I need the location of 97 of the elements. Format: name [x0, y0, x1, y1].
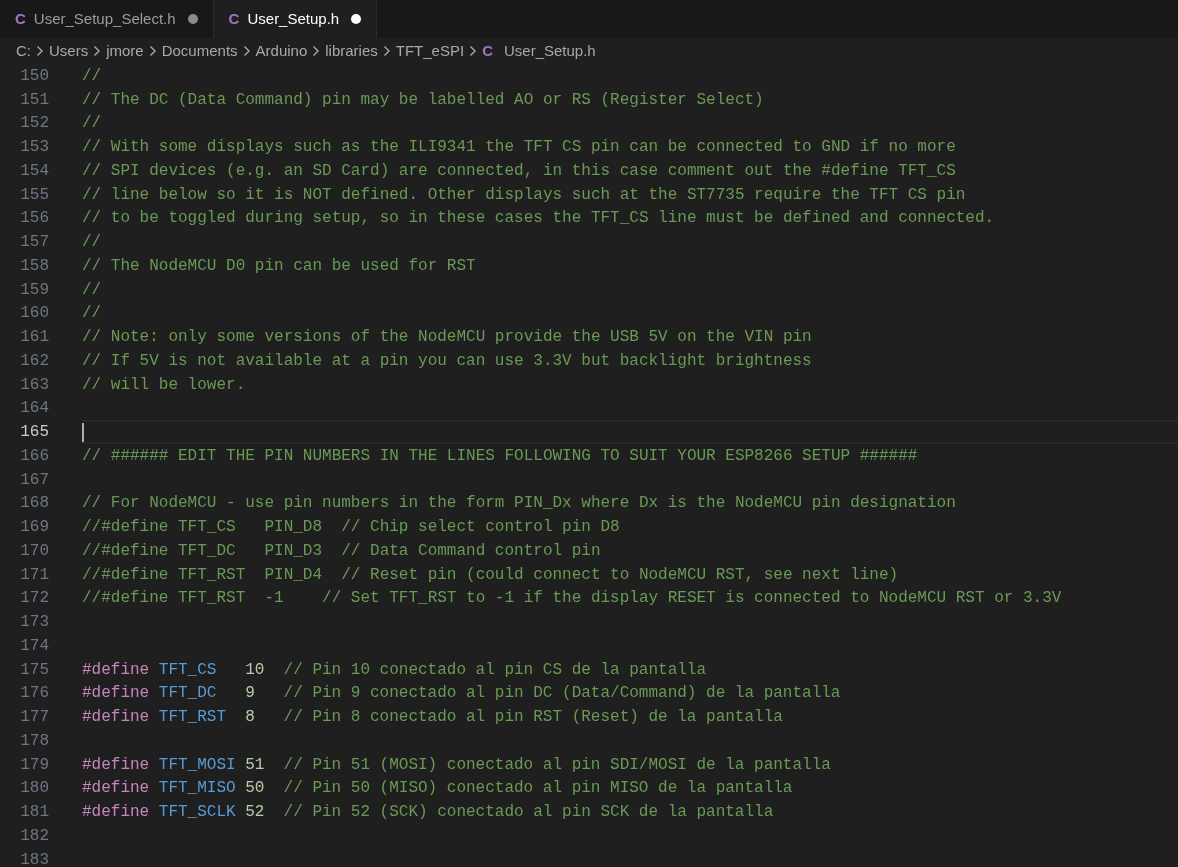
code-comment: // to be toggled during setup, so in these cases the TFT_CS line must be defined and connected. [82, 209, 995, 228]
code-comment: // [82, 233, 102, 252]
code-comment: // [82, 66, 102, 85]
number-literal: 50 [245, 779, 265, 798]
preprocessor-directive: #define [82, 660, 150, 679]
line-number: 151 [19, 89, 49, 111]
code-comment: //#define TFT_CS PIN_D8 // Chip select control pin D8 [82, 518, 620, 537]
chevron-icon [242, 45, 251, 57]
macro-name: TFT_DC [158, 684, 217, 703]
chevron-icon [382, 45, 391, 57]
code-comment: // Pin 51 (MOSI) conectado al pin SDI/MOSI de la pantalla [283, 755, 831, 774]
line-number: 165 [19, 422, 49, 444]
code-comment: // [82, 280, 102, 299]
line-number: 174 [19, 635, 49, 657]
line-number: 164 [19, 398, 49, 420]
code-comment: //#define TFT_DC PIN_D3 // Data Command control pin [82, 541, 601, 560]
code-comment: // Pin 9 conectado al pin DC (Data/Command) de la pantalla [283, 684, 841, 703]
line-number: 173 [19, 612, 49, 634]
preprocessor-directive: #define [82, 779, 150, 798]
macro-name: TFT_CS [158, 660, 217, 679]
code-comment: // ###### EDIT THE PIN NUMBERS IN THE LINES FOLLOWING TO SUIT YOUR ESP8266 SETUP ###### [82, 446, 918, 465]
c-file-icon: C [228, 7, 240, 31]
number-literal: 9 [245, 684, 255, 703]
macro-name: TFT_SCLK [158, 803, 236, 822]
line-number: 172 [19, 588, 49, 610]
code-comment: // will be lower. [82, 375, 246, 394]
editor-tab[interactable]: C User_Setup.h [213, 0, 378, 38]
line-number: 175 [19, 659, 49, 681]
macro-name: TFT_RST [158, 708, 226, 727]
line-number: 166 [19, 445, 49, 467]
breadcrumb-item[interactable]: User_Setup.h [504, 39, 596, 63]
line-number: 156 [19, 208, 49, 230]
preprocessor-directive: #define [82, 708, 150, 727]
breadcrumb-item[interactable]: C: [16, 39, 31, 63]
preprocessor-directive: #define [82, 684, 150, 703]
line-number: 171 [19, 564, 49, 586]
line-number: 183 [19, 849, 49, 867]
number-literal: 8 [245, 708, 255, 727]
chevron-icon [93, 45, 102, 57]
macro-name: TFT_MOSI [158, 755, 236, 774]
code-comment: // Pin 52 (SCK) conectado al pin SCK de la pantalla [283, 803, 774, 822]
line-number: 155 [19, 184, 49, 206]
breadcrumb-item[interactable]: Users [49, 39, 89, 63]
breadcrumb-item[interactable]: libraries [325, 39, 378, 63]
number-literal: 51 [245, 755, 265, 774]
line-number: 150 [19, 65, 49, 87]
code-comment: // [82, 114, 102, 133]
chevron-icon [36, 45, 44, 57]
line-number: 177 [19, 707, 49, 729]
line-number: 178 [19, 730, 49, 752]
code-comment: // Pin 8 conectado al pin RST (Reset) de la pantalla [283, 708, 783, 727]
code-comment: // SPI devices (e.g. an SD Card) are connected, in this case comment out the #define TFT_CS [82, 161, 956, 180]
line-number: 157 [19, 232, 49, 254]
line-number: 162 [19, 350, 49, 372]
chevron-icon [148, 45, 157, 57]
code-comment: // For NodeMCU - use pin numbers in the form PIN_Dx where Dx is the NodeMCU pin designation [82, 494, 956, 513]
macro-name: TFT_MISO [158, 779, 236, 798]
line-number: 170 [19, 540, 49, 562]
line-number: 158 [19, 255, 49, 277]
code-comment: // The DC (Data Command) pin may be labelled AO or RS (Register Select) [82, 90, 764, 109]
preprocessor-directive: #define [82, 803, 150, 822]
code-comment: // line below so it is NOT defined. Other displays such at the ST7735 require the TFT CS pin [82, 185, 966, 204]
line-number: 169 [19, 517, 49, 539]
code-comment: // If 5V is not available at a pin you can use 3.3V but backlight brightness [82, 351, 812, 370]
breadcrumb-item[interactable]: jmore [106, 39, 144, 63]
line-number: 154 [19, 160, 49, 182]
line-number: 168 [19, 493, 49, 515]
breadcrumb-item[interactable]: TFT_eSPI [395, 39, 465, 63]
line-number: 182 [19, 825, 49, 847]
breadcrumb-item[interactable]: Arduino [255, 39, 308, 63]
c-file-icon: C [482, 39, 493, 63]
line-number: 160 [19, 303, 49, 325]
code-comment: // Note: only some versions of the NodeMCU provide the USB 5V on the VIN pin [82, 328, 812, 347]
code-comment: // Pin 50 (MISO) conectado al pin MISO de la pantalla [283, 779, 793, 798]
line-number: 152 [19, 113, 49, 135]
code-comment: //#define TFT_RST PIN_D4 // Reset pin (could connect to NodeMCU RST, see next line) [82, 565, 899, 584]
line-number: 161 [19, 327, 49, 349]
c-file-icon: C [15, 7, 26, 31]
preprocessor-directive: #define [82, 755, 150, 774]
code-comment: // Pin 10 conectado al pin CS de la pantalla [283, 660, 707, 679]
line-number: 179 [19, 754, 49, 776]
line-number: 167 [19, 469, 49, 491]
code-comment: // The NodeMCU D0 pin can be used for RST [82, 256, 476, 275]
line-number: 163 [19, 374, 49, 396]
breadcrumb-item[interactable]: Documents [161, 39, 238, 63]
line-number: 153 [19, 137, 49, 159]
code-comment: //#define TFT_RST -1 // Set TFT_RST to -1 if the display RESET is connected to NodeMCU RST or 3.3V [82, 589, 1062, 608]
number-literal: 10 [245, 660, 265, 679]
line-number: 176 [19, 683, 49, 705]
line-number: 180 [19, 778, 49, 800]
chevron-icon [469, 45, 478, 57]
chevron-icon [312, 45, 321, 57]
code-comment: // With some displays such as the ILI9341 the TFT CS pin can be connected to GND if no more [82, 138, 956, 157]
number-literal: 52 [245, 803, 265, 822]
line-number: 159 [19, 279, 49, 301]
code-comment: // [82, 304, 102, 323]
line-number: 181 [19, 802, 49, 824]
